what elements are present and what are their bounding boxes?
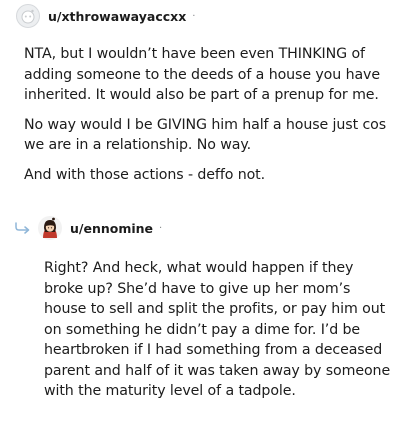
comment-author[interactable]: u/xthrowawayaccxx — [48, 9, 186, 24]
comment-paragraph: No way would I be GIVING him half a hous… — [24, 116, 387, 154]
comment-paragraph: Right? And heck, what would happen if th… — [44, 260, 391, 399]
snoo-silhouette-icon — [21, 9, 35, 24]
default-avatar-icon[interactable] — [16, 4, 40, 28]
header-separator: · — [192, 10, 196, 22]
comment-body: Right? And heck, what would happen if th… — [44, 258, 394, 411]
comment-1: u/xthrowawayaccxx · NTA, but I wouldn’t … — [0, 0, 400, 183]
comment-header: u/xthrowawayaccxx · — [0, 0, 400, 32]
comment-paragraph: NTA, but I wouldn’t have been even THINK… — [24, 46, 380, 103]
comment-author[interactable]: u/ennomine — [70, 221, 153, 236]
comment-body: NTA, but I wouldn’t have been even THINK… — [24, 44, 392, 194]
comment-header: u/ennomine · — [0, 212, 400, 244]
comment-2: u/ennomine · Right? And heck, what would… — [0, 212, 400, 399]
header-separator: · — [159, 222, 163, 234]
comment-paragraph: And with those actions - deffo not. — [24, 166, 266, 183]
reply-arrow-icon — [14, 222, 32, 234]
user-avatar-icon[interactable] — [38, 216, 62, 240]
